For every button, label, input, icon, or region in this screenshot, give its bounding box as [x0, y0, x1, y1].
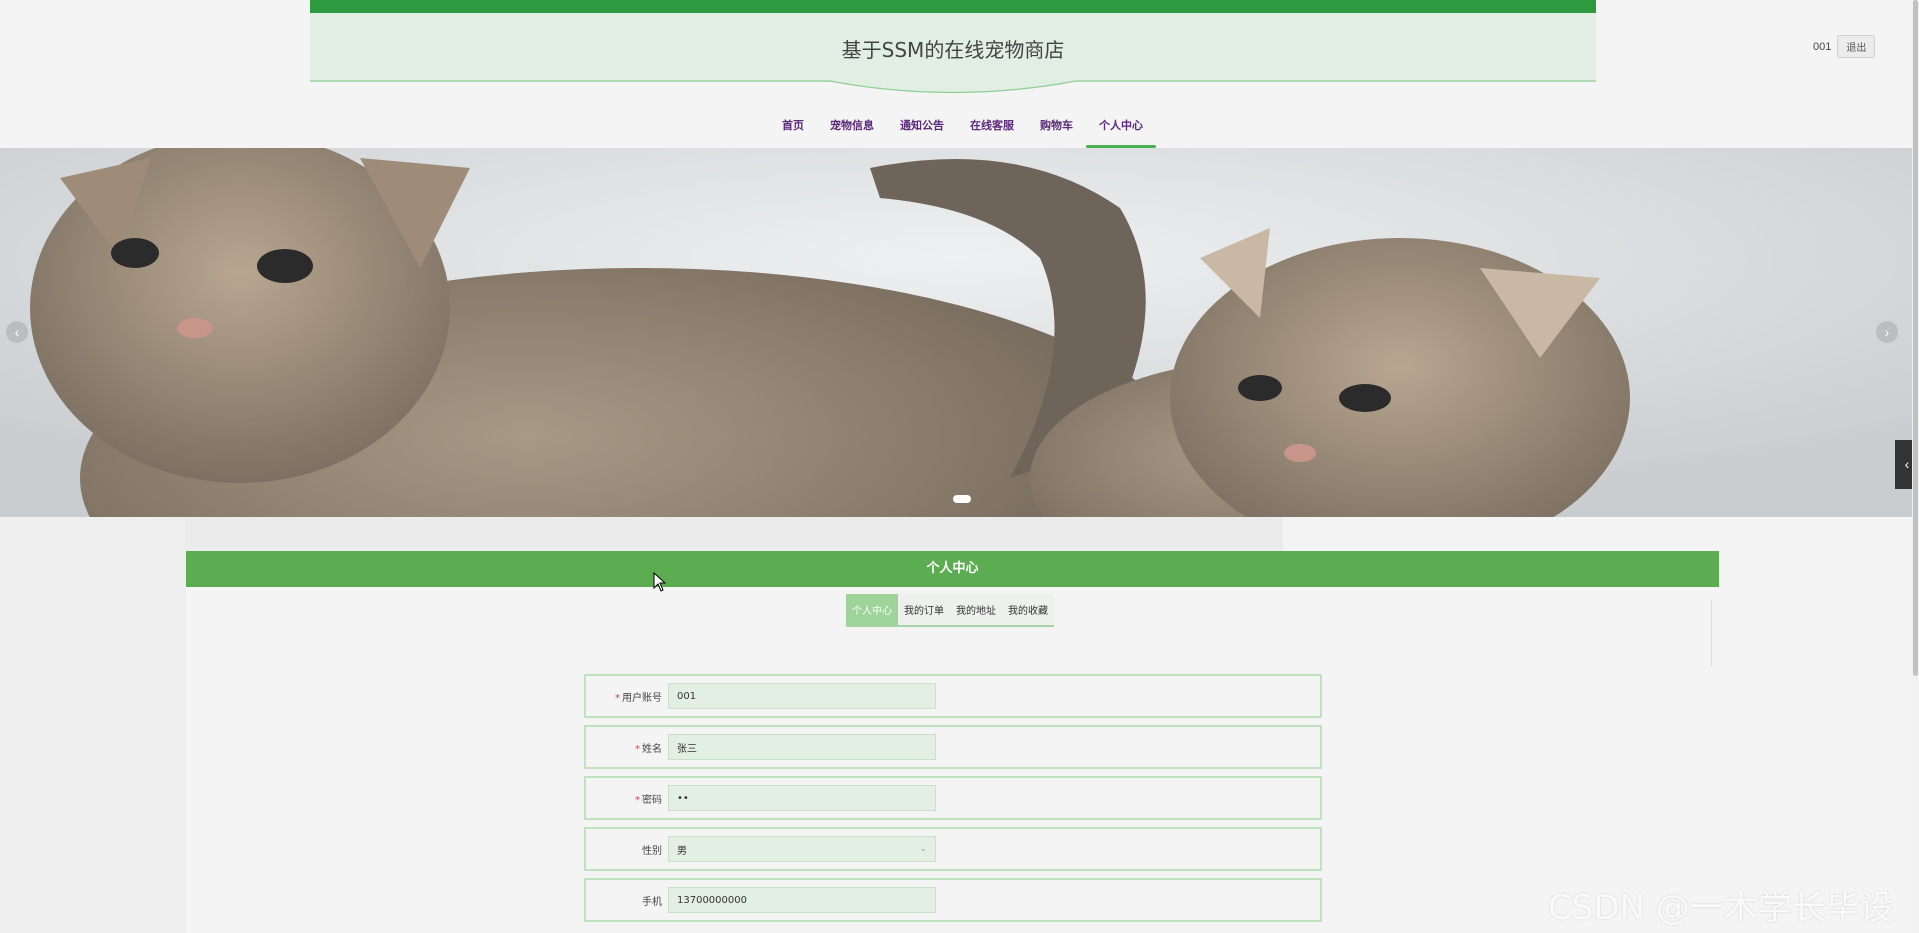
- gender-select-value: 男: [677, 845, 687, 857]
- tab-my-orders[interactable]: 我的订单: [898, 594, 950, 625]
- kittens-photo: [0, 148, 1912, 517]
- main-nav: 首页 宠物信息 通知公告 在线客服 购物车 个人中心: [0, 112, 1919, 148]
- scrollbar-thumb[interactable]: [1913, 0, 1918, 676]
- field-label: * 姓名: [586, 740, 668, 755]
- field-label-text: 密码: [642, 794, 662, 806]
- chevron-down-icon: ⌄: [919, 844, 927, 854]
- form-row-name: * 姓名 张三: [584, 725, 1322, 769]
- sub-tabs: 个人中心 我的订单 我的地址 我的收藏: [846, 594, 1054, 627]
- nav-item-notices[interactable]: 通知公告: [887, 112, 957, 148]
- nav-item-home[interactable]: 首页: [769, 112, 817, 148]
- nav-item-customer-service[interactable]: 在线客服: [957, 112, 1027, 148]
- tab-personal-center[interactable]: 个人中心: [846, 594, 898, 625]
- field-label-text: 性别: [642, 845, 662, 857]
- form-row-phone: 手机 13700000000: [584, 878, 1322, 922]
- tab-my-favorites[interactable]: 我的收藏: [1002, 594, 1054, 625]
- field-label: * 密码: [586, 791, 668, 806]
- field-label: 性别: [586, 842, 668, 857]
- form-row-gender: 性别 男 ⌄: [584, 827, 1322, 871]
- tab-my-address[interactable]: 我的地址: [950, 594, 1002, 625]
- section-title-bar: 个人中心: [186, 551, 1719, 587]
- site-title: 基于SSM的在线宠物商店: [841, 38, 1065, 62]
- field-label-text: 手机: [642, 896, 662, 908]
- logout-button[interactable]: 退出: [1837, 35, 1876, 58]
- user-area: 001 退出: [1813, 35, 1876, 58]
- password-input[interactable]: ••: [668, 785, 936, 811]
- field-label-text: 姓名: [642, 743, 662, 755]
- required-mark: *: [635, 794, 640, 806]
- header-top-bar: [310, 0, 1596, 13]
- profile-form: * 用户账号 001 * 姓名 张三 * 密码 •• 性别 男 ⌄ 手机 1370000…: [584, 674, 1322, 929]
- gender-select[interactable]: 男 ⌄: [668, 836, 936, 862]
- form-row-password: * 密码 ••: [584, 776, 1322, 820]
- nav-item-personal-center[interactable]: 个人中心: [1086, 112, 1156, 148]
- required-mark: *: [615, 692, 620, 704]
- nav-item-cart[interactable]: 购物车: [1027, 112, 1086, 148]
- carousel-prev-arrow-icon[interactable]: ‹: [6, 321, 28, 343]
- carousel-dot[interactable]: [953, 495, 971, 503]
- carousel-indicators: [953, 495, 971, 503]
- banner-carousel[interactable]: [0, 148, 1912, 517]
- field-label: 手机: [586, 893, 668, 908]
- header-banner: 基于SSM的在线宠物商店: [310, 0, 1596, 94]
- header-curve: [310, 66, 1596, 94]
- field-label: * 用户账号: [586, 689, 668, 704]
- username: 001: [1813, 40, 1832, 53]
- name-input[interactable]: 张三: [668, 734, 936, 760]
- required-mark: *: [635, 743, 640, 755]
- divider-line: [1711, 600, 1712, 666]
- mouse-cursor-icon: [653, 572, 667, 592]
- form-row-account: * 用户账号 001: [584, 674, 1322, 718]
- nav-item-pet-info[interactable]: 宠物信息: [817, 112, 887, 148]
- field-label-text: 用户账号: [622, 692, 662, 704]
- phone-input[interactable]: 13700000000: [668, 887, 936, 913]
- background-left-panel: [0, 517, 186, 933]
- account-input[interactable]: 001: [668, 683, 936, 709]
- carousel-next-arrow-icon[interactable]: ›: [1876, 321, 1898, 343]
- watermark: CSDN @一木学长毕设: [1548, 888, 1894, 928]
